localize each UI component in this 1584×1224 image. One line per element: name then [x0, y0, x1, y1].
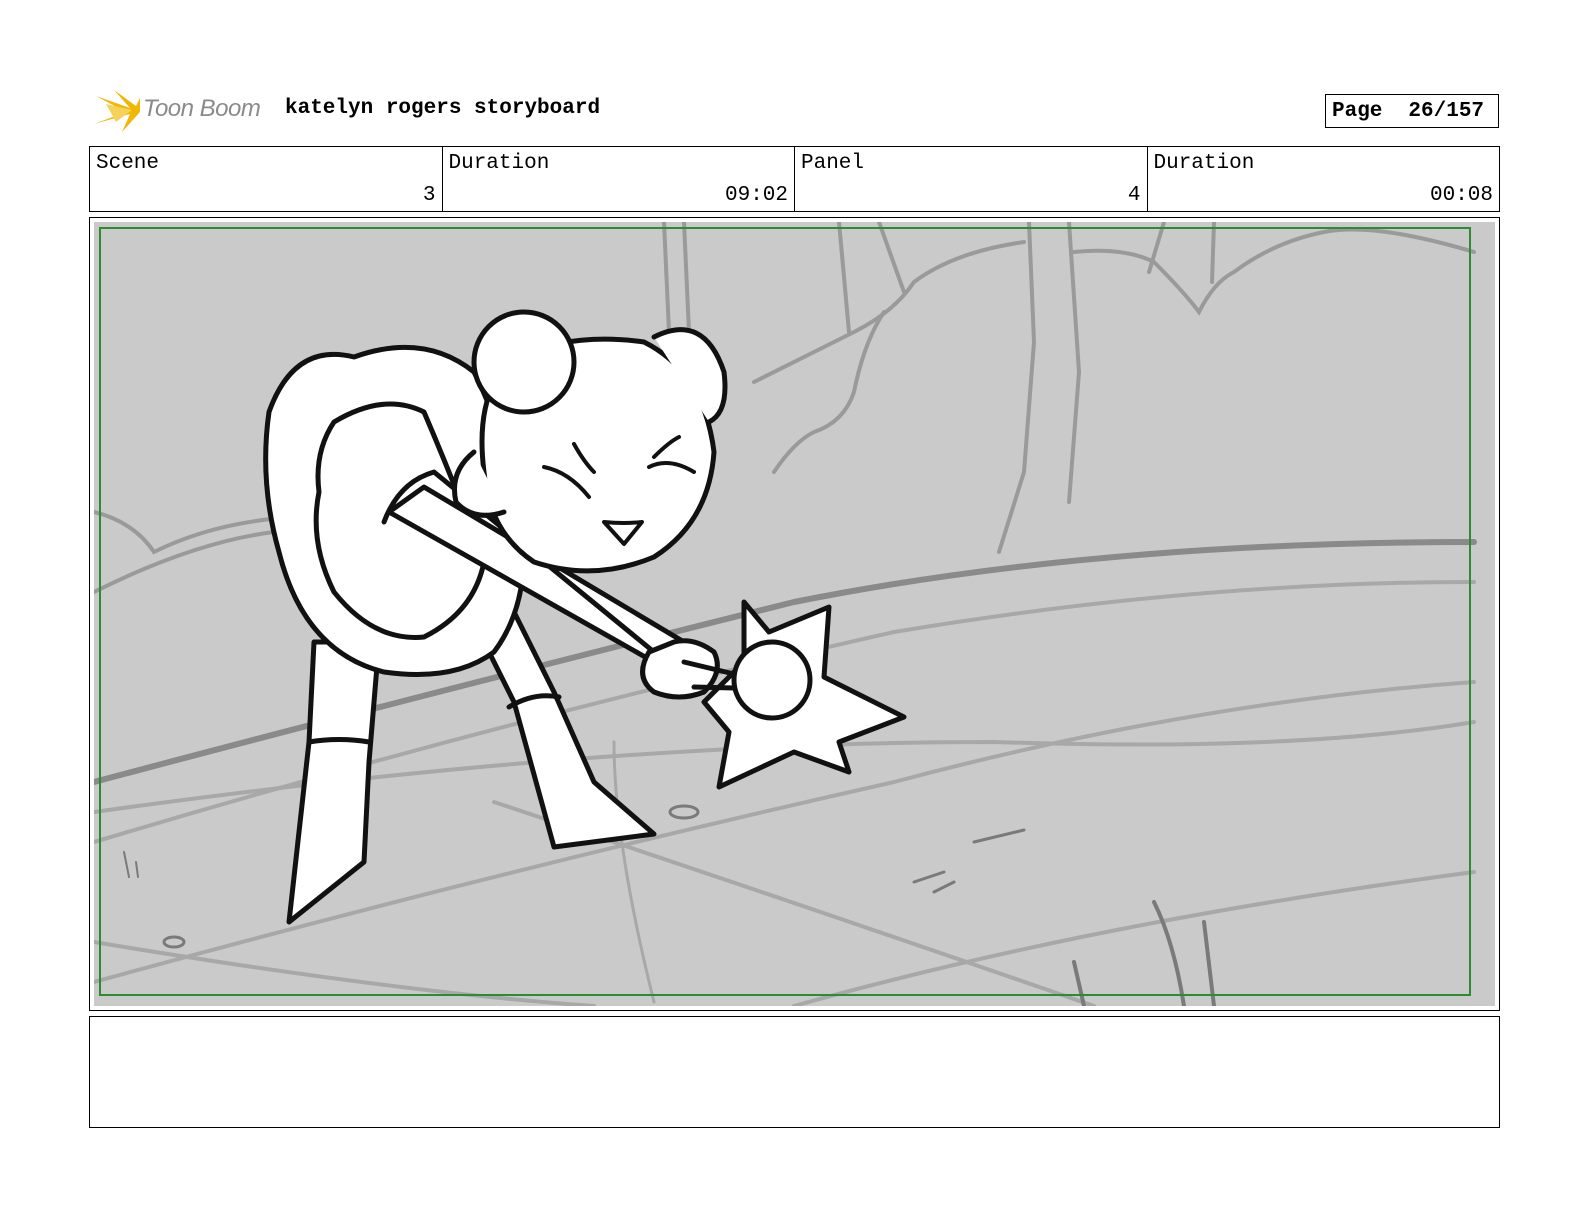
- panel-cell: Panel 4: [795, 147, 1148, 211]
- scene-duration-value: 09:02: [724, 184, 788, 207]
- document-title: katelyn rogers storyboard: [285, 97, 601, 120]
- panel-duration-cell: Duration 00:08: [1148, 147, 1500, 211]
- scene-duration-cell: Duration 09:02: [443, 147, 795, 211]
- panel-info-table: Scene 3 Duration 09:02 Panel 4 Duration …: [89, 146, 1500, 212]
- scene-label: Scene: [96, 152, 160, 175]
- panel-duration-value: 00:08: [1429, 184, 1493, 207]
- panel-label: Panel: [801, 152, 865, 175]
- scene-value: 3: [422, 184, 436, 207]
- page-indicator: Page 26/157: [1325, 94, 1499, 128]
- logo-text: Toon Boom: [143, 95, 261, 122]
- scene-cell: Scene 3: [90, 147, 443, 211]
- panel-sketch: [94, 222, 1495, 1006]
- panel-value: 4: [1127, 184, 1141, 207]
- scene-duration-label: Duration: [448, 152, 550, 175]
- page-number: 26/157: [1408, 99, 1485, 123]
- panel-notes-box: [89, 1016, 1500, 1128]
- storyboard-panel: [89, 217, 1500, 1011]
- page-label: Page: [1332, 99, 1383, 123]
- panel-duration-label: Duration: [1153, 152, 1255, 175]
